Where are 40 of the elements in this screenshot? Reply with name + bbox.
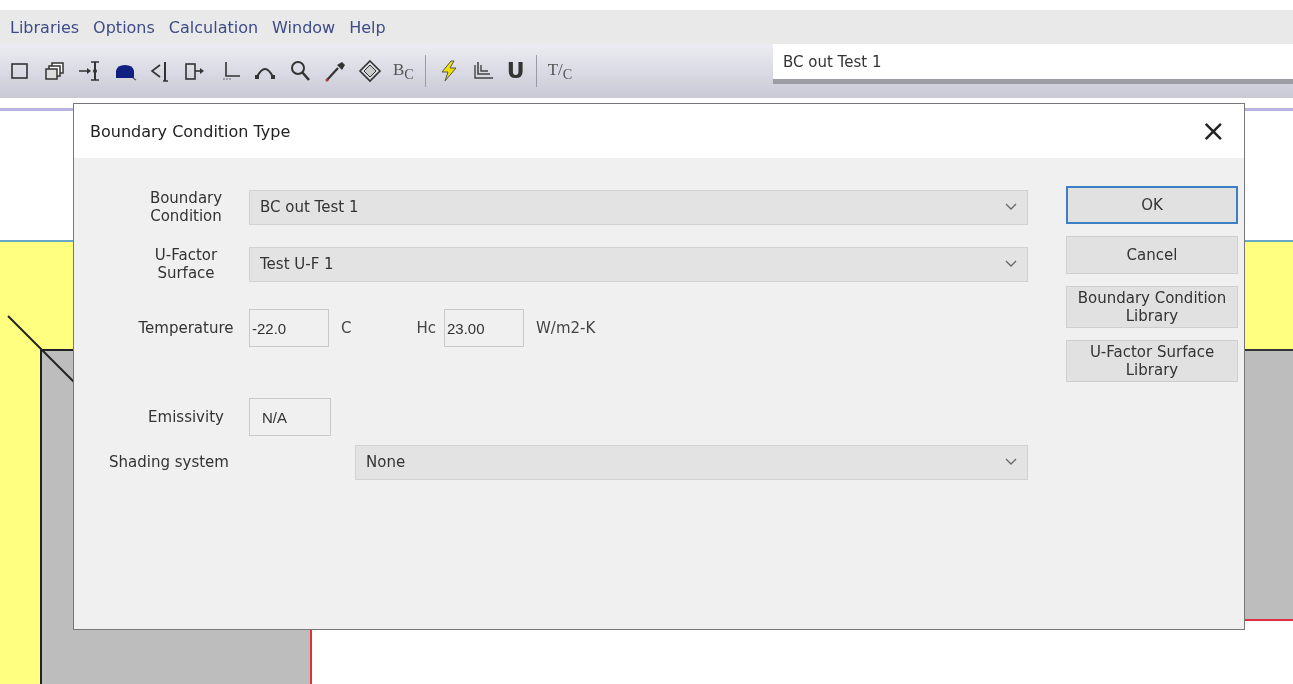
unit-label: C bbox=[341, 319, 352, 337]
toolbar-button[interactable]: U bbox=[506, 60, 525, 82]
dialog-button[interactable]: U-Factor Surface Library bbox=[1066, 340, 1238, 382]
dialog-button[interactable]: Boundary Condition Library bbox=[1066, 286, 1238, 328]
toolbar-button[interactable]: B$_{C}$ bbox=[393, 60, 414, 82]
name-field[interactable]: BC out Test 1 bbox=[773, 44, 1293, 84]
input-field[interactable]: N/A bbox=[249, 398, 331, 436]
field-label: Boundary Condition bbox=[148, 189, 224, 225]
dropdown[interactable]: BC out Test 1 bbox=[249, 189, 1028, 225]
dropdown[interactable]: None bbox=[355, 444, 1028, 480]
menu-item[interactable]: Options bbox=[93, 17, 155, 37]
dropdown[interactable]: Test U-F 1 bbox=[249, 246, 1028, 282]
diamond-icon[interactable] bbox=[358, 59, 382, 83]
menu-item[interactable]: Calculation bbox=[168, 17, 259, 37]
close-button[interactable]: × bbox=[1196, 116, 1230, 146]
dropdown-value: BC out Test 1 bbox=[260, 198, 360, 216]
input-field[interactable]: -22.0 bbox=[249, 309, 329, 347]
chevron-icon bbox=[1005, 203, 1017, 211]
toolbar-button[interactable]: T/$_{C}$ bbox=[547, 60, 573, 82]
menu-item[interactable]: Help bbox=[349, 17, 386, 37]
chevron-icon bbox=[1005, 458, 1017, 466]
chevron-icon bbox=[1005, 260, 1017, 268]
input-field[interactable]: 23.00 bbox=[444, 309, 524, 347]
eyedropper-icon[interactable] bbox=[323, 59, 347, 83]
stacked-windows-icon[interactable] bbox=[43, 59, 67, 83]
dialog-title: Boundary Condition Type bbox=[90, 121, 291, 141]
menu-item[interactable]: Libraries bbox=[10, 17, 80, 37]
dropdown-value: Test U-F 1 bbox=[260, 255, 335, 273]
field-label: Hc bbox=[416, 319, 436, 337]
dialog-button[interactable]: OK bbox=[1066, 186, 1238, 224]
field-label: Shading system bbox=[108, 453, 230, 471]
menu-item[interactable]: Window bbox=[272, 17, 336, 37]
field-label: Emissivity bbox=[147, 408, 225, 426]
field-label: U-Factor Surface bbox=[153, 246, 219, 282]
dropdown-value: None bbox=[366, 453, 407, 471]
unit-label: W/m2-K bbox=[536, 319, 596, 337]
dialog-button[interactable]: Cancel bbox=[1066, 236, 1238, 274]
field-label: Temperature bbox=[137, 319, 235, 337]
search-icon[interactable] bbox=[288, 59, 312, 83]
dimension-icon[interactable] bbox=[78, 59, 102, 83]
